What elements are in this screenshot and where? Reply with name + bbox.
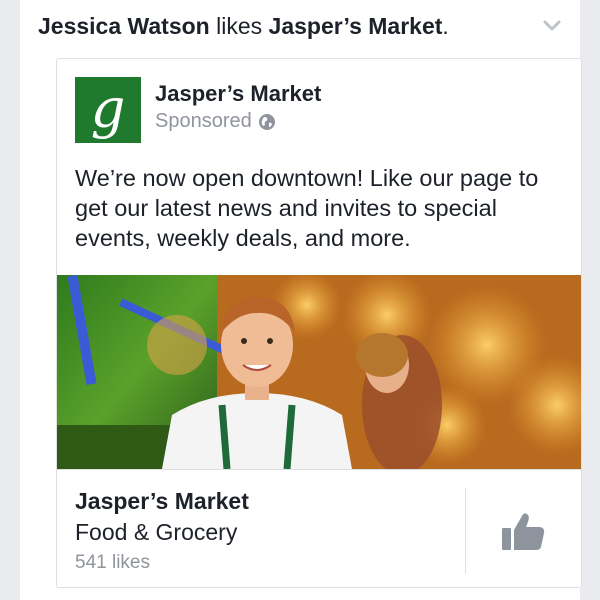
like-page-button[interactable] xyxy=(497,510,549,556)
page-logo[interactable]: g xyxy=(75,77,141,143)
story-punct: . xyxy=(442,13,449,39)
chevron-down-icon[interactable] xyxy=(542,16,562,36)
grocery-photo xyxy=(57,275,581,469)
logo-letter: g xyxy=(91,77,126,140)
story-text: Jessica Watson likes Jasper’s Market. xyxy=(38,12,449,40)
footer-category: Food & Grocery xyxy=(75,519,238,545)
page-meta: Jasper’s Market Sponsored xyxy=(155,77,321,143)
ad-footer: Jasper’s Market Food & Grocery 541 likes xyxy=(57,469,581,587)
logo-letter-art: g xyxy=(91,77,126,140)
footer-info[interactable]: Jasper’s Market Food & Grocery 541 likes xyxy=(75,486,249,578)
globe-icon xyxy=(258,112,276,130)
footer-divider xyxy=(465,488,466,574)
thumbs-up-icon xyxy=(500,510,546,557)
story-header: Jessica Watson likes Jasper’s Market. xyxy=(38,10,562,42)
actor-name-link[interactable]: Jessica Watson xyxy=(38,13,210,39)
page-name-link[interactable]: Jasper’s Market xyxy=(155,80,321,108)
footer-page-name[interactable]: Jasper’s Market xyxy=(75,486,249,516)
ad-message: We’re now open downtown! Like our page t… xyxy=(75,165,539,251)
sponsored-label: Sponsored xyxy=(155,110,252,132)
ad-card: g Jasper’s Market Sponsored We’re now op… xyxy=(56,58,582,588)
story-page-link[interactable]: Jasper’s Market xyxy=(269,13,443,39)
story-verb: likes xyxy=(216,13,263,39)
ad-hero-image[interactable] xyxy=(57,275,581,469)
footer-likes-count: 541 likes xyxy=(75,552,150,573)
ad-header: g Jasper’s Market Sponsored xyxy=(75,77,321,143)
feed-story: Jessica Watson likes Jasper’s Market. g … xyxy=(20,0,582,600)
sponsored-row: Sponsored xyxy=(155,108,321,134)
